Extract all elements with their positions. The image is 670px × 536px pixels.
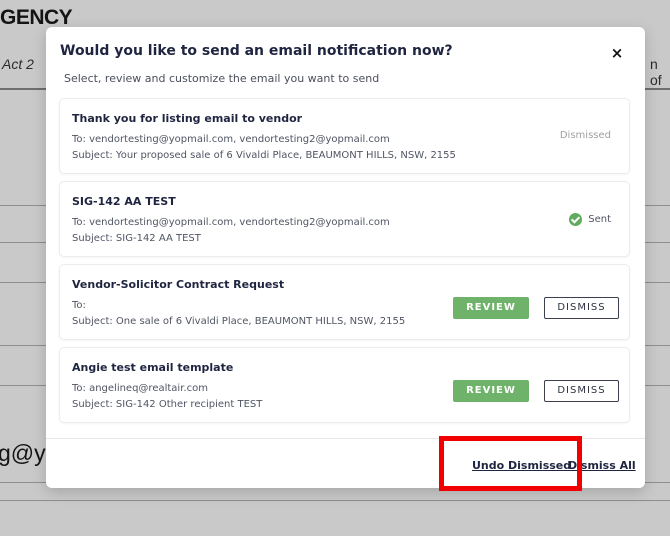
background-subtitle-right: n of: [650, 56, 662, 88]
status-dismissed-label: Dismissed: [559, 130, 611, 141]
email-card-to: To:: [72, 300, 86, 311]
modal-footer-divider: [46, 438, 645, 439]
email-card-title: Vendor-Solicitor Contract Request: [72, 278, 285, 291]
email-card: Thank you for listing email to vendor To…: [60, 99, 629, 173]
close-icon[interactable]: ×: [608, 44, 626, 62]
email-card-to: To: vendortesting@yopmail.com, vendortes…: [72, 217, 390, 228]
email-card-subject: Subject: SIG-142 Other recipient TEST: [72, 399, 263, 410]
background-divider: [645, 282, 670, 283]
email-card: Vendor-Solicitor Contract Request To: Su…: [60, 265, 629, 339]
undo-dismissed-link[interactable]: Undo Dismissed: [472, 459, 571, 472]
dismiss-button[interactable]: DISMISS: [544, 380, 619, 402]
email-card-title: SIG-142 AA TEST: [72, 195, 176, 208]
background-divider: [645, 242, 670, 243]
email-card-subject: Subject: Your proposed sale of 6 Vivaldi…: [72, 150, 456, 161]
background-divider: [0, 345, 46, 346]
email-card-title: Angie test email template: [72, 361, 234, 374]
status-sent: Sent: [569, 213, 611, 226]
background-divider: [645, 385, 670, 386]
modal-subtitle: Select, review and customize the email y…: [64, 72, 380, 85]
email-card-to: To: angelineq@realtair.com: [72, 383, 208, 394]
email-card: SIG-142 AA TEST To: vendortesting@yopmai…: [60, 182, 629, 256]
background-divider: [0, 500, 670, 501]
background-divider: [645, 205, 670, 206]
background-subtitle-left: Act 2: [2, 56, 34, 72]
status-sent-label: Sent: [588, 214, 611, 225]
email-card-to: To: vendortesting@yopmail.com, vendortes…: [72, 134, 390, 145]
review-button[interactable]: REVIEW: [453, 380, 529, 402]
background-divider: [0, 205, 46, 206]
background-divider: [0, 385, 46, 386]
dismiss-button[interactable]: DISMISS: [544, 297, 619, 319]
dismiss-all-link[interactable]: Dismiss All: [568, 459, 636, 472]
background-divider: [0, 242, 46, 243]
email-notification-modal: Would you like to send an email notifica…: [46, 27, 645, 488]
review-button[interactable]: REVIEW: [453, 297, 529, 319]
background-divider: [645, 345, 670, 346]
modal-title: Would you like to send an email notifica…: [60, 43, 453, 59]
email-card: Angie test email template To: angelineq@…: [60, 348, 629, 422]
check-circle-icon: [569, 213, 583, 226]
email-card-subject: Subject: One sale of 6 Vivaldi Place, BE…: [72, 316, 406, 327]
email-card-title: Thank you for listing email to vendor: [72, 112, 303, 125]
background-divider: [0, 282, 46, 283]
email-card-subject: Subject: SIG-142 AA TEST: [72, 233, 201, 244]
